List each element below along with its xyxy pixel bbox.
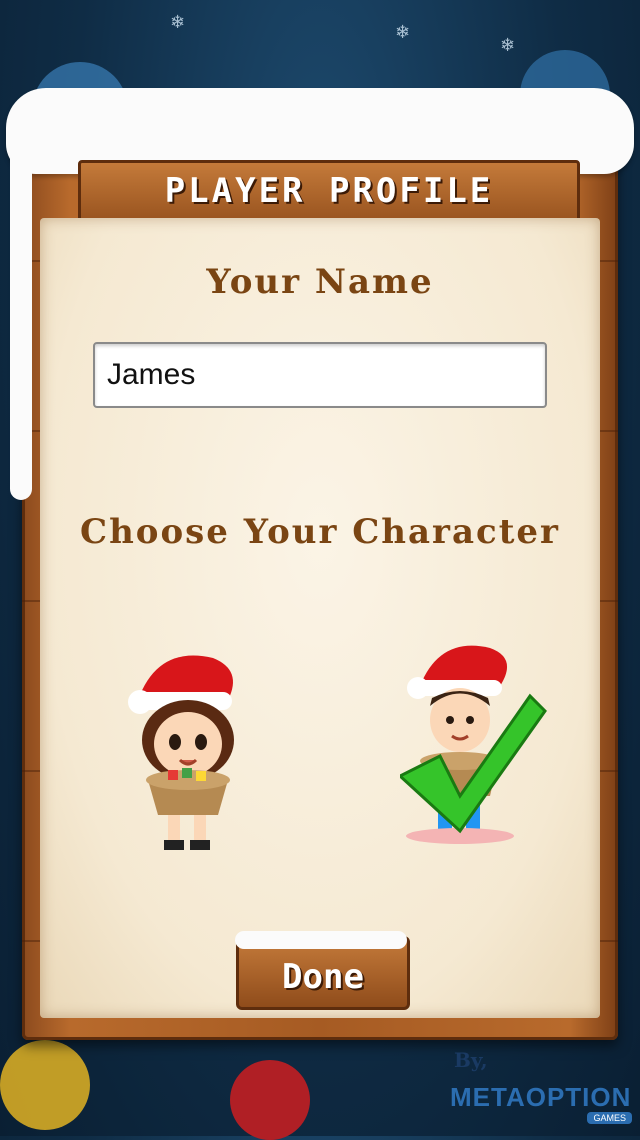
background-ornament bbox=[0, 1040, 90, 1130]
brand-sub: GAMES bbox=[587, 1112, 632, 1124]
snowflake-icon: ❄ bbox=[500, 35, 516, 56]
metaoption-logo: By, METAOPTION GAMES bbox=[448, 1048, 638, 1128]
button-snow bbox=[235, 931, 407, 949]
brand-by: By, bbox=[454, 1048, 488, 1072]
name-input[interactable] bbox=[93, 342, 547, 408]
page-title: PLAYER PROFILE bbox=[164, 171, 494, 211]
brand-name: METAOPTION bbox=[450, 1082, 632, 1112]
done-button[interactable]: Done bbox=[235, 931, 410, 1010]
girl-character-icon bbox=[128, 655, 234, 850]
name-label: Your Name bbox=[206, 262, 434, 302]
character-girl[interactable] bbox=[118, 640, 268, 870]
profile-paper bbox=[40, 218, 600, 1018]
snow-drip bbox=[10, 150, 32, 500]
snowflake-icon: ❄ bbox=[395, 22, 411, 43]
choose-character-label: Choose Your Character bbox=[80, 512, 560, 552]
done-button-label: Done bbox=[282, 957, 364, 997]
background-ornament bbox=[230, 1060, 310, 1140]
boy-character-icon bbox=[397, 645, 547, 844]
character-boy[interactable] bbox=[397, 636, 550, 866]
title-sign: PLAYER PROFILE bbox=[78, 160, 580, 222]
snowflake-icon: ❄ bbox=[170, 12, 186, 33]
